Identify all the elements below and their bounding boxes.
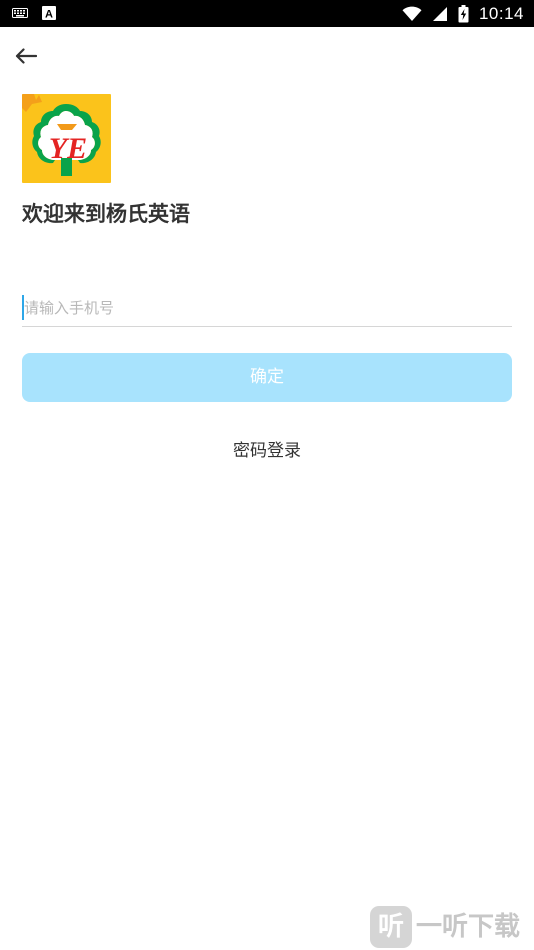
back-button[interactable] [10, 40, 42, 72]
status-bar: A 10:14 [0, 0, 534, 27]
watermark-text: 一听下载 [416, 912, 521, 942]
wifi-icon [402, 6, 422, 21]
battery-charging-icon [458, 4, 469, 22]
keyboard-icon [12, 8, 28, 18]
arrow-left-icon [15, 48, 37, 64]
status-right-icons: 10:14 [402, 3, 524, 24]
password-login-link[interactable]: 密码登录 [0, 436, 534, 466]
phone-field[interactable] [22, 290, 512, 327]
font-a-icon: A [42, 6, 56, 20]
app-logo: YE [22, 94, 111, 183]
watermark: 听 一听下载 [364, 900, 534, 950]
status-time: 10:14 [478, 4, 524, 23]
font-a-letter: A [45, 9, 53, 21]
signal-icon [432, 6, 447, 21]
welcome-title: 欢迎来到杨氏英语 [22, 202, 190, 226]
watermark-badge-icon: 听 [370, 906, 412, 948]
phone-input[interactable] [22, 290, 512, 325]
logo-letters: YE [49, 132, 87, 165]
status-left-icons: A [12, 6, 56, 20]
confirm-button[interactable]: 确定 [22, 353, 512, 402]
